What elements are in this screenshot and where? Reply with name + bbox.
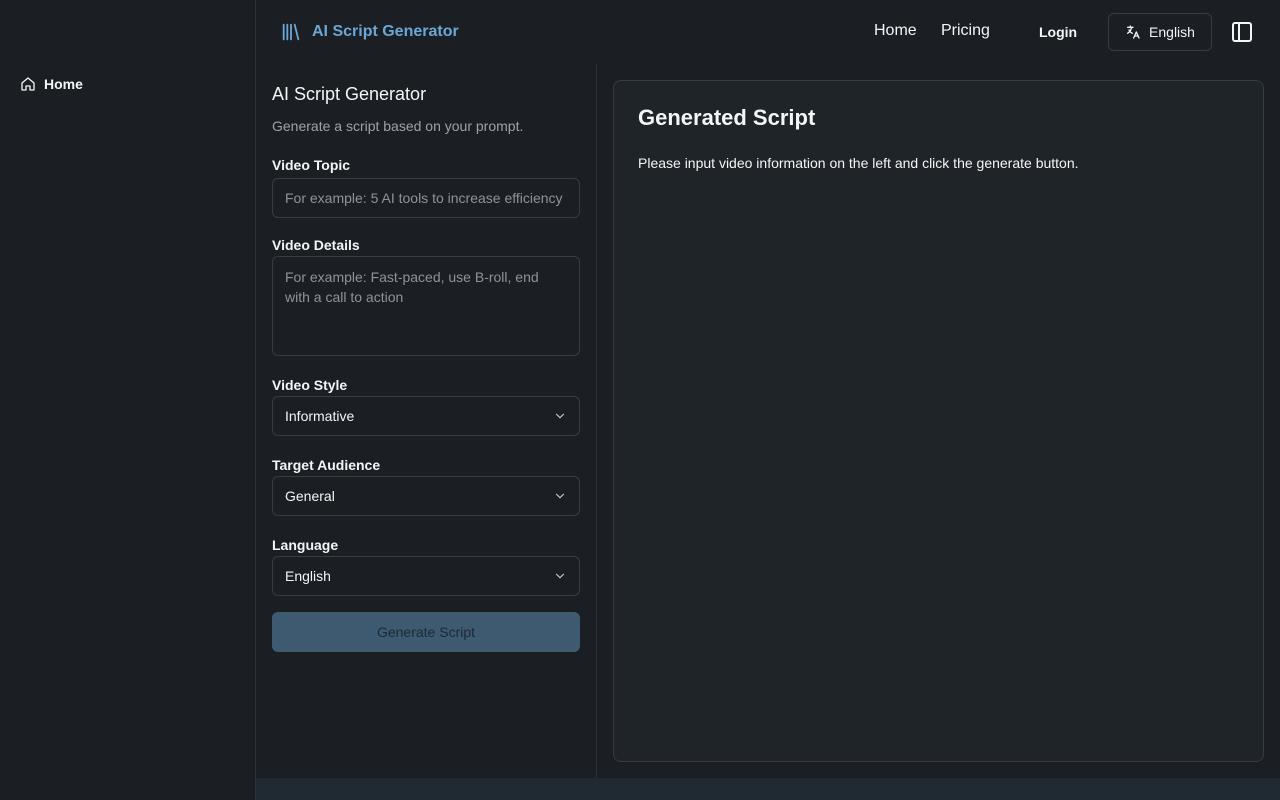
video-details-textarea[interactable] xyxy=(272,256,580,356)
generate-script-button[interactable]: Generate Script xyxy=(272,612,580,652)
brand-link[interactable]: AI Script Generator xyxy=(280,20,459,44)
panel-left-icon[interactable] xyxy=(1230,20,1254,44)
chevron-down-icon xyxy=(555,413,565,419)
output-title: Generated Script xyxy=(638,105,816,130)
sidebar: Home xyxy=(0,0,256,800)
video-style-select[interactable]: Informative xyxy=(272,396,580,436)
login-button[interactable]: Login xyxy=(1039,24,1077,40)
video-style-label: Video Style xyxy=(272,377,348,393)
target-audience-label: Target Audience xyxy=(272,457,381,473)
sidebar-item-home[interactable]: Home xyxy=(20,74,83,94)
target-audience-select[interactable]: General xyxy=(272,476,580,516)
language-button[interactable]: English xyxy=(1108,13,1212,51)
target-audience-value: General xyxy=(285,488,335,504)
sidebar-item-label: Home xyxy=(44,76,83,92)
brand-title: AI Script Generator xyxy=(312,23,459,40)
main-area: AI Script Generator Home Pricing Login E… xyxy=(256,0,1280,800)
nav-home-link[interactable]: Home xyxy=(874,22,917,40)
generated-script-panel: Generated Script Please input video info… xyxy=(613,80,1264,762)
language-button-label: English xyxy=(1149,24,1195,40)
library-icon xyxy=(282,23,300,41)
video-topic-input[interactable] xyxy=(272,178,580,218)
video-details-label: Video Details xyxy=(272,237,360,253)
nav-pricing-link[interactable]: Pricing xyxy=(941,22,990,40)
form-title: AI Script Generator xyxy=(272,84,427,104)
output-message: Please input video information on the le… xyxy=(638,155,1079,171)
translate-icon xyxy=(1127,25,1140,39)
language-value: English xyxy=(285,568,331,584)
form-subtitle: Generate a script based on your prompt. xyxy=(272,118,524,134)
chevron-down-icon xyxy=(555,573,565,579)
chevron-down-icon xyxy=(555,493,565,499)
home-icon xyxy=(21,77,35,91)
top-header: AI Script Generator Home Pricing Login E… xyxy=(256,0,1280,64)
language-label: Language xyxy=(272,537,339,553)
video-style-value: Informative xyxy=(285,408,355,424)
language-select[interactable]: English xyxy=(272,556,580,596)
video-topic-label: Video Topic xyxy=(272,157,351,173)
footer-strip xyxy=(256,778,1280,800)
script-form: AI Script Generator Generate a script ba… xyxy=(256,64,597,778)
